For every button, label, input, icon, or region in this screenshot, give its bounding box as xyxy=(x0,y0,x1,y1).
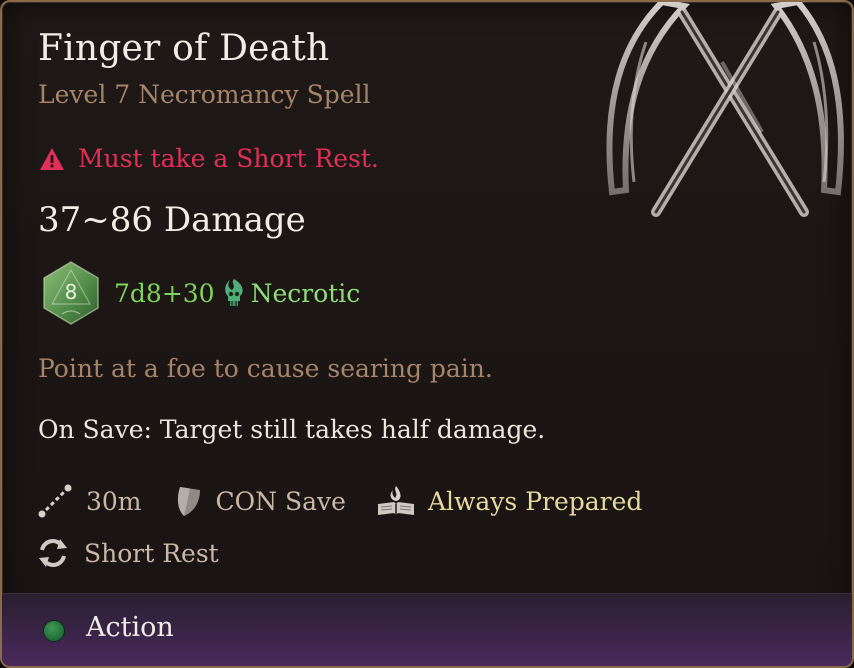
action-cost-label: Action xyxy=(86,612,174,643)
spell-title: Finger of Death xyxy=(38,28,330,69)
damage-type: Necrotic xyxy=(250,278,361,308)
action-dot-icon xyxy=(44,621,64,641)
damage-formula: 7d8+30 xyxy=(114,278,215,308)
action-cost-bar: Action xyxy=(2,593,852,666)
spellbook-icon xyxy=(377,486,414,515)
recharge-property: Short Rest xyxy=(36,536,219,570)
shield-icon xyxy=(177,487,200,516)
spell-tooltip: Finger of Death Level 7 Necromancy Spell… xyxy=(0,0,854,668)
save-value: CON Save xyxy=(215,486,346,516)
die-face-value: 8 xyxy=(64,280,78,304)
spell-subtitle: Level 7 Necromancy Spell xyxy=(38,80,371,109)
prepared-property: Always Prepared xyxy=(376,484,642,518)
damage-dice-row: 8 7d8+30 Necrotic xyxy=(40,260,360,326)
refresh-icon xyxy=(39,539,67,567)
necrotic-skull-icon xyxy=(224,279,243,306)
prepared-value: Always Prepared xyxy=(427,486,643,516)
damage-range: 37~86 Damage xyxy=(38,200,306,240)
on-save-effect: On Save: Target still takes half damage. xyxy=(38,415,546,444)
recharge-value: Short Rest xyxy=(84,538,219,568)
crossed-scythes-icon xyxy=(606,2,844,217)
d8-die-icon: 8 xyxy=(40,260,102,326)
spell-description: Point at a foe to cause searing pain. xyxy=(38,354,493,383)
rest-warning: Must take a Short Rest. xyxy=(38,144,379,173)
spell-properties: 30m CON Save Always Prepared xyxy=(36,482,672,520)
save-property: CON Save xyxy=(172,484,346,518)
range-icon xyxy=(38,484,72,518)
range-value: 30m xyxy=(86,486,142,516)
warning-text: Must take a Short Rest. xyxy=(78,144,379,173)
warning-triangle-icon xyxy=(40,147,64,170)
range-property: 30m xyxy=(36,482,142,520)
